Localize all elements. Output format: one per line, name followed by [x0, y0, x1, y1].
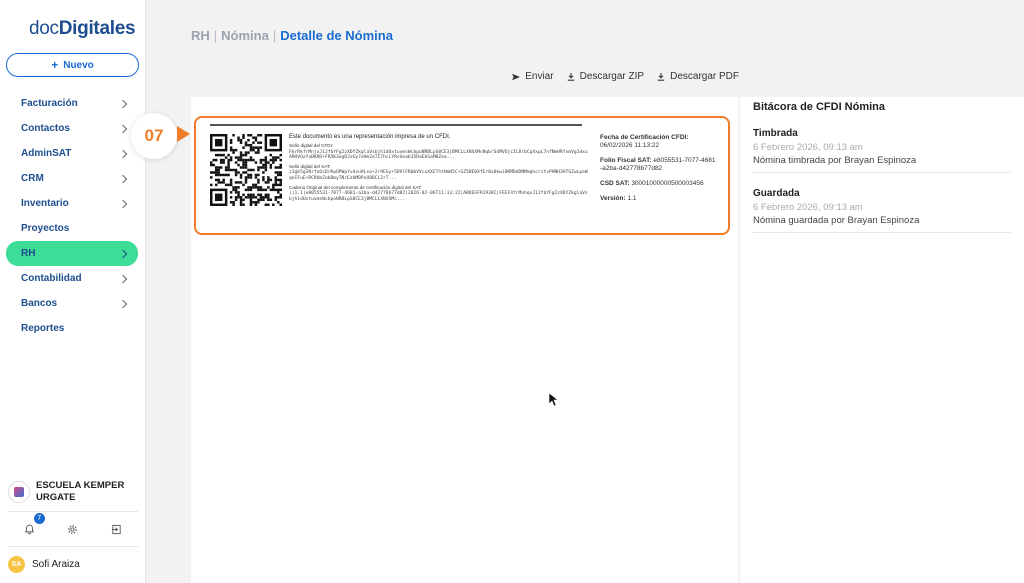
- page-title: Detalle de Nómina: [280, 28, 393, 43]
- notifications-button[interactable]: 7: [21, 513, 45, 538]
- notification-count-badge: 7: [33, 513, 45, 524]
- chevron-right-icon: [118, 174, 128, 183]
- sidebar-item-proyectos[interactable]: Proyectos: [6, 216, 138, 241]
- certification-details: Fecha de Certificación CFDI: 06/02/2026 1…: [600, 134, 726, 210]
- user-name: Sofi Araiza: [32, 559, 80, 570]
- log-entry: Timbrada 6 Febrero 2026, 09:13 am Nómina…: [753, 128, 1011, 173]
- document-actions: Enviar Descargar ZIP Descargar PDF: [512, 71, 739, 82]
- log-panel: Bitácora de CFDI Nómina Timbrada 6 Febre…: [740, 0, 1024, 583]
- download-icon: [657, 72, 665, 81]
- log-entry-date: 6 Febrero 2026, 09:13 am: [753, 202, 863, 213]
- sidebar-item-adminsat[interactable]: AdminSAT: [6, 141, 138, 166]
- sidebar-item-crm[interactable]: CRM: [6, 166, 138, 191]
- divider: [8, 546, 138, 547]
- certification-date: 06/02/2026 11:13:22: [600, 142, 660, 149]
- sidebar-item-contabilidad[interactable]: Contabilidad: [6, 266, 138, 291]
- cfdi-version: 1.1: [627, 195, 637, 202]
- download-zip-button[interactable]: Descargar ZIP: [567, 71, 644, 82]
- log-entry-description: Nómina guardada por Brayan Espinoza: [753, 215, 920, 226]
- log-entry-title: Guardada: [753, 188, 800, 199]
- cadena-original: ||1.1|e8055531-7077-4681-a2ba-d42778b77d…: [289, 191, 588, 202]
- sidebar-item-bancos[interactable]: Bancos: [6, 291, 138, 316]
- send-button[interactable]: Enviar: [512, 71, 554, 82]
- breadcrumb-nomina[interactable]: Nómina: [221, 28, 269, 43]
- folio-fiscal: e8055531-7077-4681: [653, 157, 716, 164]
- sidebar: docDigitales + Nuevo Facturación Contact…: [0, 0, 146, 583]
- step-arrow-icon: [177, 126, 190, 142]
- chevron-right-icon: [118, 274, 128, 283]
- qr-code: [210, 134, 282, 206]
- settings-button[interactable]: [64, 520, 82, 538]
- user-profile[interactable]: SA Sofi Araiza: [8, 556, 80, 573]
- breadcrumb: RH | Nómina | Detalle de Nómina: [191, 28, 393, 43]
- divider: [210, 124, 582, 126]
- plus-icon: +: [51, 58, 59, 72]
- sidebar-item-rh[interactable]: RH: [6, 241, 138, 266]
- divider: [8, 511, 138, 512]
- sidebar-item-contactos[interactable]: Contactos: [6, 116, 138, 141]
- sidebar-item-reportes[interactable]: Reportes: [6, 316, 138, 341]
- mouse-cursor-icon: [549, 393, 559, 407]
- organization-name: ESCUELA KEMPER URGATE: [36, 480, 125, 503]
- organization-logo: [8, 481, 30, 503]
- new-button[interactable]: + Nuevo: [6, 53, 139, 77]
- cfdi-stamp-highlight: Este documento es una representación imp…: [194, 116, 730, 235]
- cfdi-seals: Este documento es una representación imp…: [289, 134, 588, 202]
- logout-button[interactable]: [107, 520, 125, 538]
- log-title: Bitácora de CFDI Nómina: [753, 101, 886, 113]
- download-pdf-button[interactable]: Descargar PDF: [657, 71, 739, 82]
- new-button-label: Nuevo: [63, 59, 94, 71]
- log-entry-title: Timbrada: [753, 128, 798, 139]
- gear-icon: [68, 524, 78, 534]
- step-marker: 07: [131, 113, 177, 159]
- bell-icon: [24, 524, 35, 534]
- sidebar-tools: 7: [8, 513, 138, 538]
- sello-cfdi: FkrRkfrMnjxJ1JfbYFg2zXDYZkglaVsbjh1dUxtu…: [289, 149, 588, 161]
- send-icon: [512, 73, 521, 80]
- sello-sat: z3gb5gINrfoOcDrKwOPWpYvdvu9Lso+2r9EGy+5D…: [289, 170, 588, 181]
- avatar: SA: [8, 556, 25, 573]
- csd-sat: 30001000000500003456: [631, 180, 704, 187]
- download-icon: [567, 72, 574, 81]
- chevron-right-icon: [118, 99, 128, 108]
- cfdi-disclaimer: Este documento es una representación imp…: [289, 134, 451, 140]
- sidebar-item-facturacion[interactable]: Facturación: [6, 91, 138, 116]
- sidebar-nav: Facturación Contactos AdminSAT CRM Inven…: [6, 91, 138, 341]
- log-entry-description: Nómina timbrada por Brayan Espinoza: [753, 155, 917, 166]
- app-logo[interactable]: docDigitales: [29, 18, 136, 40]
- chevron-right-icon: [118, 124, 128, 133]
- chevron-right-icon: [118, 149, 128, 158]
- logout-icon: [111, 524, 121, 534]
- chevron-right-icon: [118, 249, 128, 258]
- breadcrumb-rh[interactable]: RH: [191, 28, 210, 43]
- organization-switcher[interactable]: ESCUELA KEMPER URGATE: [8, 480, 140, 504]
- chevron-right-icon: [118, 199, 128, 208]
- chevron-right-icon: [118, 299, 128, 308]
- log-entry: Guardada 6 Febrero 2026, 09:13 am Nómina…: [753, 188, 1011, 233]
- log-entry-date: 6 Febrero 2026, 09:13 am: [753, 142, 863, 153]
- sidebar-item-inventario[interactable]: Inventario: [6, 191, 138, 216]
